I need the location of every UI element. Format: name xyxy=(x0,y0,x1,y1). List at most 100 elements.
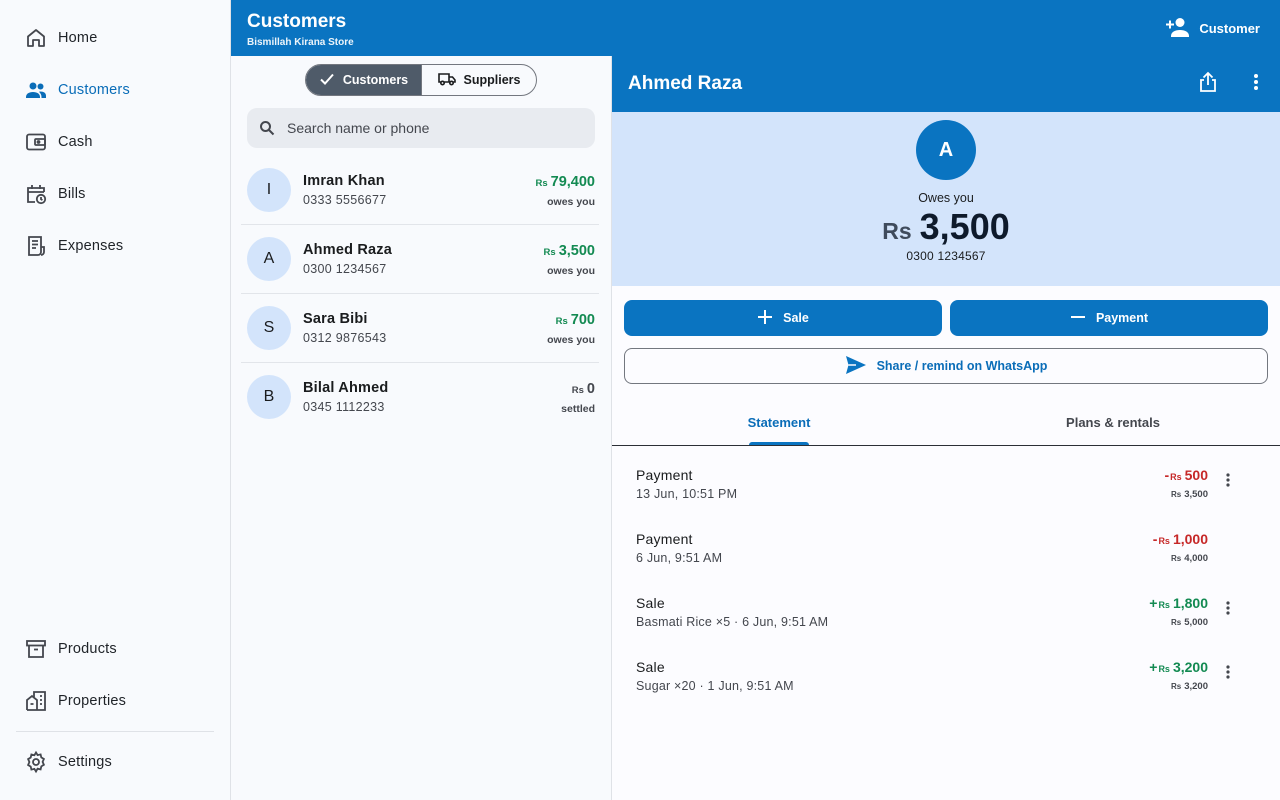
whatsapp-label: Share / remind on WhatsApp xyxy=(876,359,1048,373)
more-vert-icon xyxy=(1226,472,1230,492)
currency-label: Rs xyxy=(571,385,584,396)
customer-balance: Rs 0 xyxy=(572,381,595,397)
currency-label: Rs xyxy=(1170,554,1182,563)
running-balance: Rs 4,000 xyxy=(1171,553,1208,564)
running-value: 3,500 xyxy=(1184,489,1208,500)
currency-label: Rs xyxy=(1158,600,1170,610)
detail-tabs: Statement Plans & rentals xyxy=(612,400,1280,446)
balance-value: 3,500 xyxy=(919,206,1010,247)
share-button[interactable] xyxy=(1194,70,1222,98)
home-icon xyxy=(14,16,58,60)
sidebar-item-products[interactable]: Products xyxy=(16,627,214,671)
balance-status: owes you xyxy=(547,334,595,346)
balance-status: settled xyxy=(561,403,595,415)
customer-balance: Rs 79,400 xyxy=(535,174,595,190)
sidebar-item-expenses[interactable]: Expenses xyxy=(16,224,214,268)
customer-phone: 0345 1112233 xyxy=(303,400,385,414)
list-item[interactable]: I Imran Khan 0333 5556677 Rs 79,400 owes … xyxy=(241,156,599,225)
running-value: 4,000 xyxy=(1184,553,1208,564)
segment-customers[interactable]: Customers xyxy=(306,65,421,95)
entry-more-button[interactable] xyxy=(1216,598,1240,622)
entry-sign: + xyxy=(1149,659,1158,675)
customer-balance: Rs 3,500 xyxy=(544,243,595,259)
statement-entry[interactable]: Sale Basmati Rice ×5 · 6 Jun, 9:51 AM +R… xyxy=(612,582,1280,646)
balance-value: 0 xyxy=(586,381,595,397)
list-item[interactable]: B Bilal Ahmed 0345 1112233 Rs 0 settled xyxy=(241,363,599,432)
customer-detail-panel: Ahmed Raza A Owes you Rs 3,500 0300 12345… xyxy=(612,56,1280,800)
detail-phone: 0300 1234567 xyxy=(906,249,986,263)
more-vert-icon xyxy=(1226,600,1230,620)
statement-entry[interactable]: Payment 13 Jun, 10:51 PM -Rs 500 Rs 3,500 xyxy=(612,454,1280,518)
entry-more-button[interactable] xyxy=(1216,662,1240,686)
sidebar-item-label: Products xyxy=(58,641,117,657)
search-icon xyxy=(247,120,287,136)
app-bar: Customers Bismillah Kirana Store Custome… xyxy=(231,0,1280,56)
entry-value: 1,000 xyxy=(1172,531,1208,547)
currency-label: Rs xyxy=(555,316,568,327)
list-item[interactable]: S Sara Bibi 0312 9876543 Rs 700 owes you xyxy=(241,294,599,363)
sidebar-item-label: Customers xyxy=(58,82,130,98)
add-sale-button[interactable]: Sale xyxy=(624,300,942,336)
entry-more-button[interactable] xyxy=(1216,470,1240,494)
sidebar: Home Customers Cash Bills Expenses Produ… xyxy=(0,0,231,800)
add-customer-button[interactable]: Customer xyxy=(1165,14,1260,42)
customer-phone: 0300 1234567 xyxy=(303,262,387,276)
person-add-icon xyxy=(1165,16,1191,41)
list-item[interactable]: A Ahmed Raza 0300 1234567 Rs 3,500 owes y… xyxy=(241,225,599,294)
search-input[interactable] xyxy=(287,120,577,136)
entry-value: 500 xyxy=(1184,467,1208,483)
balance-caption: Owes you xyxy=(918,191,974,205)
add-payment-button[interactable]: Payment xyxy=(950,300,1268,336)
segment-label: Customers xyxy=(342,73,409,87)
sidebar-item-settings[interactable]: Settings xyxy=(16,740,214,784)
whatsapp-remind-button[interactable]: Share / remind on WhatsApp xyxy=(624,348,1268,384)
sidebar-item-customers[interactable]: Customers xyxy=(16,68,214,112)
statement-entry[interactable]: Sale Sugar ×20 · 1 Jun, 9:51 AM +Rs 3,200… xyxy=(612,646,1280,710)
entry-value: 1,800 xyxy=(1172,595,1208,611)
more-vert-icon xyxy=(1253,73,1259,96)
balance-value: 3,500 xyxy=(558,243,595,259)
more-options-button[interactable] xyxy=(1242,70,1270,98)
balance-status: owes you xyxy=(547,196,595,208)
avatar: A xyxy=(916,120,976,180)
detail-customer-name: Ahmed Raza xyxy=(628,73,743,94)
sidebar-item-bills[interactable]: Bills xyxy=(16,172,214,216)
sidebar-item-home[interactable]: Home xyxy=(16,16,214,60)
building-icon xyxy=(14,679,58,723)
avatar: I xyxy=(247,168,291,212)
balance-value: 700 xyxy=(570,312,595,328)
currency-label: Rs xyxy=(1158,664,1170,674)
entry-amount: -Rs 1,000 xyxy=(1153,531,1208,547)
tab-statement[interactable]: Statement xyxy=(612,400,946,445)
tab-plans-rentals[interactable]: Plans & rentals xyxy=(946,400,1280,445)
sidebar-divider xyxy=(16,731,214,732)
sidebar-item-properties[interactable]: Properties xyxy=(16,679,214,723)
customer-name: Ahmed Raza xyxy=(303,242,393,258)
entry-amount: -Rs 500 xyxy=(1164,467,1208,483)
entry-type: Sale xyxy=(636,595,665,611)
entry-sign: - xyxy=(1152,531,1158,547)
running-balance: Rs 5,000 xyxy=(1171,617,1208,628)
entry-type: Payment xyxy=(636,467,693,483)
currency-label: Rs xyxy=(1158,536,1170,546)
statement-entry[interactable]: Payment 6 Jun, 9:51 AM -Rs 1,000 Rs 4,000 xyxy=(612,518,1280,582)
customer-balance: Rs 700 xyxy=(556,312,595,328)
entry-detail: Basmati Rice ×5 · 6 Jun, 9:51 AM xyxy=(636,615,829,629)
check-icon xyxy=(319,72,335,89)
entry-detail: Sugar ×20 · 1 Jun, 9:51 AM xyxy=(636,679,794,693)
entry-amount: +Rs 3,200 xyxy=(1149,659,1208,675)
segment-suppliers[interactable]: Suppliers xyxy=(421,65,536,95)
currency-label: Rs xyxy=(1170,618,1182,627)
sidebar-item-label: Cash xyxy=(58,134,93,150)
sidebar-item-label: Bills xyxy=(58,186,86,202)
plus-icon xyxy=(757,309,773,328)
party-type-toggle: Customers Suppliers xyxy=(305,64,537,96)
sidebar-item-label: Properties xyxy=(58,693,127,709)
archive-box-icon xyxy=(14,627,58,671)
entry-amount: +Rs 1,800 xyxy=(1149,595,1208,611)
sidebar-item-cash[interactable]: Cash xyxy=(16,120,214,164)
sidebar-item-label: Expenses xyxy=(58,238,124,254)
running-balance: Rs 3,200 xyxy=(1171,681,1208,692)
avatar: S xyxy=(247,306,291,350)
avatar: B xyxy=(247,375,291,419)
